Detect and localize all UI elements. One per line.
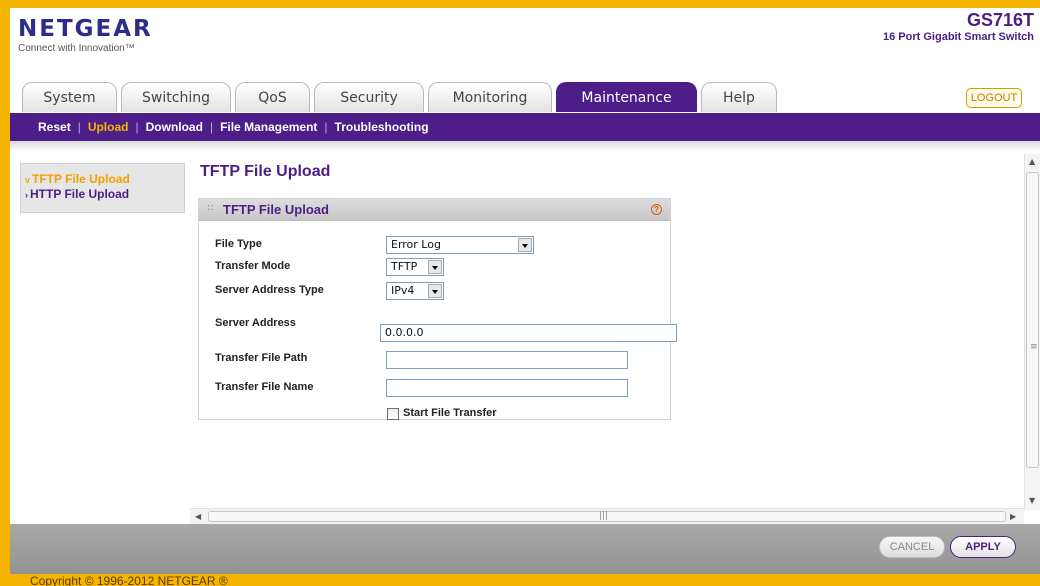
file-type-select[interactable]: Error Log xyxy=(386,236,534,254)
leftnav-tftp-file-upload[interactable]: v TFTP File Upload xyxy=(25,172,130,186)
subnav-separator: | xyxy=(209,120,214,134)
subnav-troubleshooting[interactable]: Troubleshooting xyxy=(335,120,429,134)
panel-header: :: TFTP File Upload ? xyxy=(199,199,670,221)
chevron-down-icon: v xyxy=(25,175,31,185)
app-window: NETGEAR Connect with Innovation™ GS716T … xyxy=(10,8,1040,574)
horizontal-scroll-thumb[interactable]: ||| xyxy=(208,511,1006,522)
page-title: TFTP File Upload xyxy=(200,163,331,180)
transfer-file-name-input[interactable] xyxy=(386,379,628,397)
chevron-right-icon: › xyxy=(25,190,28,200)
chevron-down-icon xyxy=(428,284,442,298)
netgear-logo: NETGEAR Connect with Innovation™ xyxy=(18,16,153,54)
model-info: GS716T 16 Port Gigabit Smart Switch xyxy=(883,10,1034,43)
scroll-down-icon[interactable]: ▼ xyxy=(1029,496,1035,505)
tab-help[interactable]: Help xyxy=(701,82,777,112)
tab-monitoring[interactable]: Monitoring xyxy=(428,82,552,112)
server-address-type-value: IPv4 xyxy=(391,284,415,297)
leftnav-http-file-upload[interactable]: › HTTP File Upload xyxy=(25,187,129,201)
server-address-label: Server Address xyxy=(215,317,296,329)
logo-text: NETGEAR xyxy=(18,16,153,42)
tab-security[interactable]: Security xyxy=(314,82,424,112)
leftnav-label: HTTP File Upload xyxy=(30,187,130,201)
grip-icon: ||| xyxy=(599,511,609,521)
left-navigation: v TFTP File Upload › HTTP File Upload xyxy=(20,163,185,213)
leftnav-label: TFTP File Upload xyxy=(32,172,130,186)
scroll-right-icon[interactable]: ▶ xyxy=(1010,512,1016,521)
action-bar: CANCEL APPLY xyxy=(10,524,1040,574)
copyright-text: Copyright © 1996-2012 NETGEAR ® xyxy=(30,574,228,586)
server-address-type-label: Server Address Type xyxy=(215,284,324,296)
transfer-file-path-label: Transfer File Path xyxy=(215,352,308,364)
vertical-scrollbar[interactable]: ▲ ≡ ▼ xyxy=(1024,154,1040,510)
scroll-left-icon[interactable]: ◀ xyxy=(195,512,201,521)
chevron-down-icon xyxy=(518,238,532,252)
subnav-reset[interactable]: Reset xyxy=(38,120,71,134)
subnav-upload[interactable]: Upload xyxy=(88,120,129,134)
file-type-value: Error Log xyxy=(391,238,441,251)
tab-maintenance[interactable]: Maintenance xyxy=(556,82,697,112)
grip-icon: ≡ xyxy=(1030,342,1038,352)
server-address-type-select[interactable]: IPv4 xyxy=(386,282,444,300)
sub-navigation: Reset | Upload | Download | File Management | Tr… xyxy=(10,113,1040,141)
cancel-button[interactable]: CANCEL xyxy=(879,536,945,558)
file-type-label: File Type xyxy=(215,238,262,250)
transfer-mode-value: TFTP xyxy=(391,260,418,273)
start-file-transfer-checkbox[interactable] xyxy=(387,408,399,420)
transfer-file-name-label: Transfer File Name xyxy=(215,381,314,393)
model-description: 16 Port Gigabit Smart Switch xyxy=(883,31,1034,43)
vertical-scroll-thumb[interactable]: ≡ xyxy=(1026,172,1039,468)
server-address-input[interactable]: 0.0.0.0 xyxy=(380,324,677,342)
logout-button[interactable]: LOGOUT xyxy=(966,88,1022,108)
transfer-file-path-input[interactable] xyxy=(386,351,628,369)
scroll-up-icon[interactable]: ▲ xyxy=(1029,157,1035,166)
panel-title: TFTP File Upload xyxy=(223,202,329,217)
transfer-mode-label: Transfer Mode xyxy=(215,260,291,272)
help-icon[interactable]: ? xyxy=(651,204,662,215)
subnav-download[interactable]: Download xyxy=(146,120,203,134)
subnav-separator: | xyxy=(324,120,328,134)
tab-system[interactable]: System xyxy=(22,82,117,112)
start-file-transfer-label: Start File Transfer xyxy=(403,407,497,419)
logo-tagline: Connect with Innovation™ xyxy=(18,43,135,54)
grip-icon: :: xyxy=(207,202,214,213)
subnav-separator: | xyxy=(77,120,81,134)
tab-switching[interactable]: Switching xyxy=(121,82,231,112)
subnav-file-management[interactable]: File Management xyxy=(220,120,317,134)
transfer-mode-select[interactable]: TFTP xyxy=(386,258,444,276)
chevron-down-icon xyxy=(428,260,442,274)
horizontal-scrollbar[interactable]: ◀ ||| ▶ xyxy=(190,508,1024,524)
apply-button[interactable]: APPLY xyxy=(950,536,1016,558)
tab-qos[interactable]: QoS xyxy=(235,82,310,112)
subnav-shadow xyxy=(10,141,1040,151)
model-name: GS716T xyxy=(966,10,1034,30)
subnav-separator: | xyxy=(135,120,139,134)
tftp-upload-panel: :: TFTP File Upload ? File Type Error Lo… xyxy=(198,198,677,420)
